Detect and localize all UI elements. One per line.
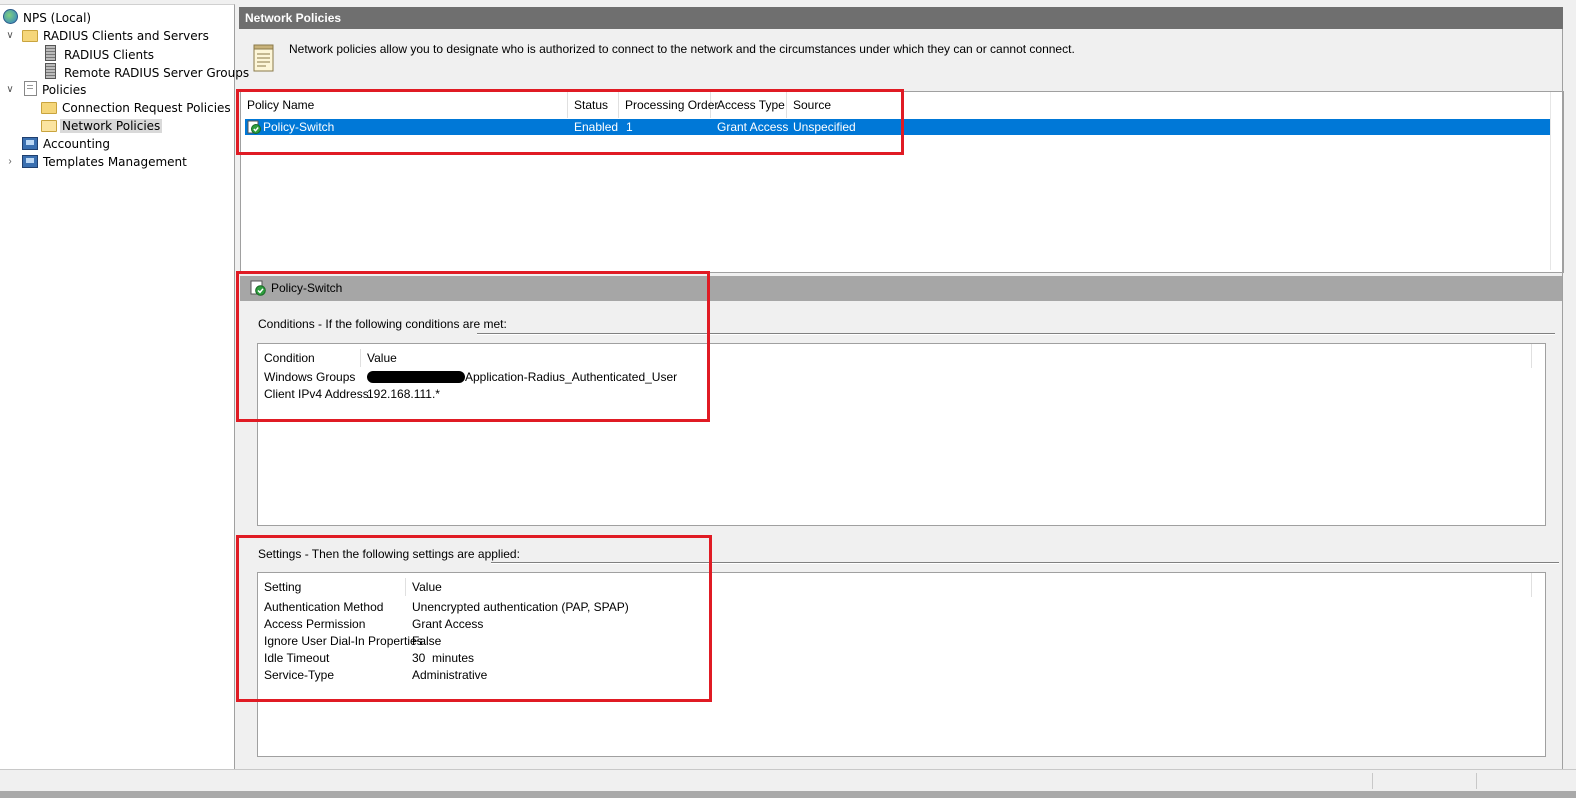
tree-node-label: Policies [42,83,87,97]
server-icon [45,63,56,79]
tree-node-label: RADIUS Clients [64,48,155,62]
tree-node-radius-clients-servers[interactable]: RADIUS Clients and Servers [22,27,211,45]
tree-node-connection-request-policies[interactable]: Connection Request Policies [41,99,233,117]
cell-access-type: Grant Access [717,120,789,134]
column-header-condition[interactable]: Condition [258,349,361,367]
computer-icon [22,155,38,168]
pane-border [1562,29,1563,769]
column-header-setting[interactable]: Setting [258,578,406,596]
description-text: Network policies allow you to designate … [289,42,1075,56]
tree-node-label: Network Policies [60,119,163,133]
globe-icon [3,9,18,24]
cell-processing-order: 1 [626,120,633,134]
folder-icon [41,102,57,114]
column-header-source[interactable]: Source [787,92,867,118]
folder-open-icon [41,120,57,132]
server-icon [45,45,56,61]
condition-value: Application-Radius_Authenticated_User [367,369,677,385]
status-bar [0,769,1576,792]
setting-name: Authentication Method [264,600,384,614]
detail-header [240,276,1562,301]
divider [491,562,1559,564]
divider [477,333,1555,335]
computer-icon [22,137,38,150]
setting-value: False [412,634,442,648]
tree-node-templates-management[interactable]: Templates Management [22,153,189,171]
setting-name: Idle Timeout [264,651,330,665]
policy-check-icon [247,120,261,134]
column-header-processing-order[interactable]: Processing Order [619,92,718,118]
setting-value: Unencrypted authentication (PAP, SPAP) [412,600,629,614]
cell-policy-name: Policy-Switch [263,120,335,134]
setting-value: Grant Access [412,617,484,631]
setting-name: Access Permission [264,617,366,631]
policy-list[interactable]: Policy Name Status Processing Order Acce… [240,91,1564,273]
settings-table[interactable]: Setting Value Authentication Method Unen… [257,572,1546,757]
window-bottom-edge [0,791,1576,798]
column-divider [1531,344,1532,368]
chevron-right-icon[interactable]: › [5,153,15,171]
cell-source: Unspecified [793,120,856,134]
tree-node-label: Templates Management [43,155,187,169]
tree-node-label: NPS (Local) [23,11,92,25]
policy-check-icon [250,280,266,296]
table-row[interactable]: Policy-Switch Enabled 1 Grant Access Uns… [245,119,1551,135]
tree-node-remote-radius-server-groups[interactable]: Remote RADIUS Server Groups [42,63,251,81]
tree-node-label: RADIUS Clients and Servers [43,29,209,43]
setting-value: 30 minutes [412,651,475,665]
setting-name: Service-Type [264,668,335,682]
conditions-label: Conditions - If the following conditions… [258,317,507,331]
page-title: Network Policies [239,7,1563,29]
condition-name: Client IPv4 Address [264,387,369,401]
setting-name: Ignore User Dial-In Properties [264,634,423,648]
tree-node-accounting[interactable]: Accounting [22,135,112,153]
setting-value: Administrative [412,668,488,682]
tree-node-label: Remote RADIUS Server Groups [64,66,250,80]
condition-value: 192.168.111.* [367,387,440,401]
tree-node-nps-local[interactable]: NPS (Local) [3,9,93,27]
redaction-mark [367,371,465,383]
tree-node-network-policies[interactable]: Network Policies [41,117,163,135]
settings-label: Settings - Then the following settings a… [258,547,520,561]
folder-icon [22,30,38,42]
column-header-policy-name[interactable]: Policy Name [241,92,568,118]
chevron-down-icon[interactable]: ∨ [5,81,15,99]
condition-value-text: Application-Radius_Authenticated_User [465,370,678,384]
column-header-value[interactable]: Value [361,349,481,367]
tree-node-policies[interactable]: Policies [24,81,88,99]
column-header-access-type[interactable]: Access Type [711,92,787,118]
document-icon [24,81,37,96]
cell-status: Enabled [574,120,619,134]
detail-policy-name: Policy-Switch [271,281,343,295]
conditions-table[interactable]: Condition Value Windows Groups Applicati… [257,343,1546,526]
console-tree[interactable]: NPS (Local) ∨ RADIUS Clients and Servers… [0,4,249,769]
tree-node-label: Accounting [43,137,111,151]
notepad-icon [253,44,274,72]
tree-node-label: Connection Request Policies [62,101,231,115]
status-divider [1372,773,1373,789]
column-divider [1531,573,1532,597]
column-header-status[interactable]: Status [568,92,619,118]
column-header-value[interactable]: Value [406,578,526,596]
chevron-down-icon[interactable]: ∨ [5,27,15,45]
tree-node-radius-clients[interactable]: RADIUS Clients [42,45,156,63]
condition-name: Windows Groups [264,370,356,384]
status-divider [1476,773,1477,789]
